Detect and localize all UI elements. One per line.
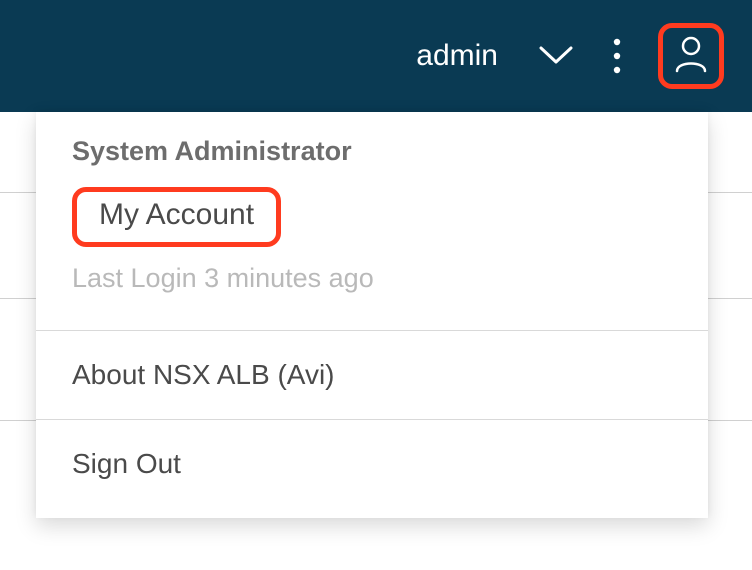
about-menu-item[interactable]: About NSX ALB (Avi) xyxy=(72,331,672,419)
topbar: admin xyxy=(0,0,752,112)
last-login-label: Last Login 3 minutes ago xyxy=(72,263,672,294)
user-menu-button[interactable] xyxy=(658,23,724,89)
my-account-link[interactable]: My Account xyxy=(72,187,281,247)
user-dropdown-menu: System Administrator My Account Last Log… xyxy=(36,112,708,518)
sign-out-menu-item[interactable]: Sign Out xyxy=(72,420,672,508)
user-icon xyxy=(674,35,708,78)
chevron-down-icon[interactable] xyxy=(536,36,576,76)
kebab-menu-icon[interactable] xyxy=(604,36,630,76)
username-label: admin xyxy=(416,39,498,73)
user-role-label: System Administrator xyxy=(72,136,672,167)
